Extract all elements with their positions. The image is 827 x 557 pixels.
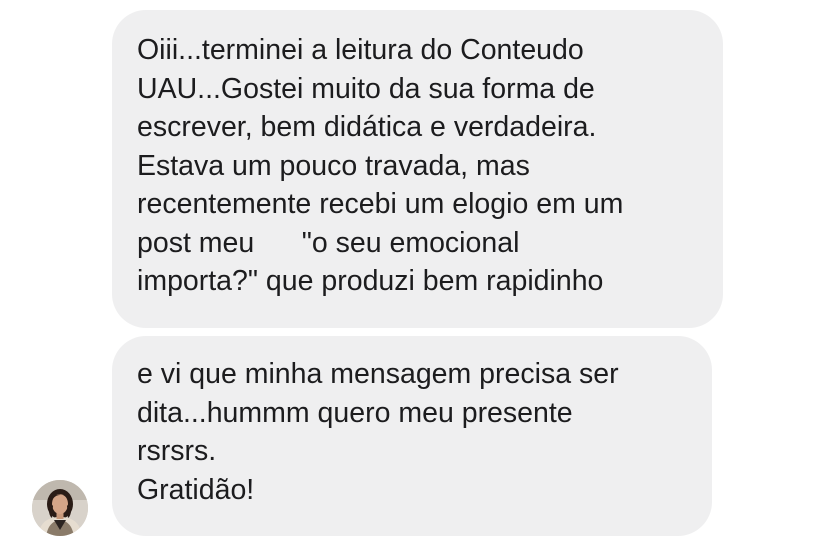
- message-bubble[interactable]: Oiii...terminei a leitura do Conteudo UA…: [112, 10, 723, 328]
- user-photo-avatar-icon: [32, 480, 88, 536]
- chat-thread: Oiii...terminei a leitura do Conteudo UA…: [0, 0, 827, 557]
- message-bubble[interactable]: e vi que minha mensagem precisa ser dita…: [112, 336, 712, 536]
- sender-avatar[interactable]: [32, 480, 88, 536]
- message-line: Estava um pouco travada, mas: [137, 149, 530, 182]
- message-line: Oiii...terminei a leitura do Conteudo: [137, 34, 584, 66]
- message-line: e vi que minha mensagem precisa ser: [137, 358, 619, 390]
- message-line: recentemente recebi um elogio em um: [137, 188, 624, 220]
- message-line: post meu "o seu emocional: [137, 226, 520, 259]
- message-line: rsrsrs.: [137, 435, 217, 467]
- message-line: escrever, bem didática e verdadeira.: [137, 111, 597, 143]
- message-line: importa?" que produzi bem rapidinho: [137, 265, 604, 297]
- message-line: dita...hummm quero meu presente: [137, 396, 573, 429]
- message-line: UAU...Gostei muito da sua forma de: [137, 72, 595, 105]
- message-line: Gratidão!: [137, 473, 255, 506]
